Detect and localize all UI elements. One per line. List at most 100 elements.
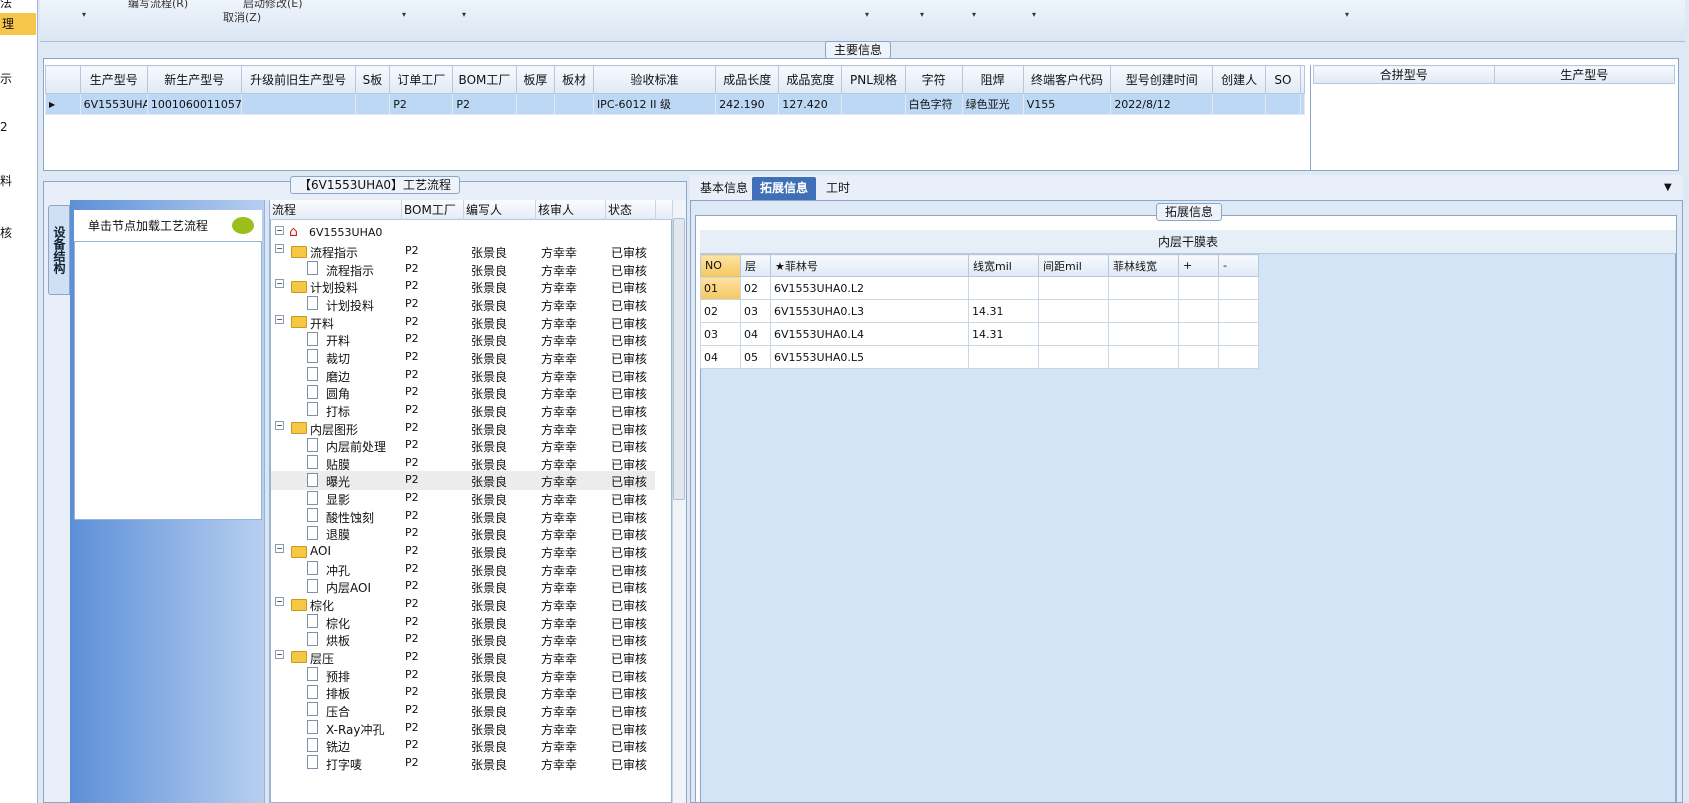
dropdown-arrow-icon[interactable]: ▾ [82, 10, 86, 19]
film-column-header[interactable]: 间距mil [1038, 254, 1109, 277]
device-structure-tab[interactable]: 设备结构 [48, 205, 70, 295]
tree-row[interactable]: 烘板 P2 张景良 方幸幸 已审核 [271, 630, 655, 649]
dropdown-arrow-icon[interactable]: ▾ [402, 10, 406, 19]
table-cell[interactable]: 2022/8/12 [1110, 93, 1214, 115]
table-cell[interactable]: P2 [452, 93, 517, 115]
tree-root[interactable]: − ⌂ 6V1553UHA0 [271, 224, 655, 243]
film-cell[interactable]: 05 [740, 345, 771, 369]
tree-row[interactable]: 打标 P2 张景良 方幸幸 已审核 [271, 401, 655, 420]
left-nav-item[interactable]: 示 [0, 70, 12, 87]
column-header[interactable]: 终端客户代码 [1022, 65, 1112, 94]
film-column-header[interactable]: + [1178, 254, 1219, 277]
film-cell[interactable] [1218, 345, 1259, 369]
table-cell[interactable] [554, 93, 594, 115]
tree-row[interactable]: 铣边 P2 张景良 方幸幸 已审核 [271, 736, 655, 755]
film-column-header[interactable]: ★菲林号 [770, 254, 969, 277]
tree-row[interactable]: − 棕化 P2 张景良 方幸幸 已审核 [271, 595, 655, 614]
collapse-icon[interactable]: − [275, 420, 284, 430]
collapse-icon[interactable]: − [275, 279, 284, 289]
tree-column-header[interactable]: 流程 [270, 200, 402, 220]
film-cell[interactable]: 02 [700, 299, 741, 323]
dropdown-arrow-icon[interactable]: ▾ [865, 10, 869, 19]
film-column-header[interactable]: 层 [740, 254, 771, 277]
table-cell[interactable] [1265, 93, 1301, 115]
column-header[interactable]: SO [1265, 65, 1301, 94]
column-header[interactable]: BOM工厂 [452, 65, 517, 94]
column-header[interactable]: 创建人 [1212, 65, 1267, 94]
table-cell[interactable]: IPC-6012 II 级 [592, 93, 717, 115]
tree-row[interactable]: 计划投料 P2 张景良 方幸幸 已审核 [271, 295, 655, 314]
collapse-icon[interactable]: − [275, 244, 284, 253]
dropdown-arrow-icon[interactable]: ▾ [920, 10, 924, 19]
film-cell[interactable] [968, 345, 1039, 369]
film-cell[interactable] [1038, 345, 1109, 369]
table-cell[interactable] [841, 93, 906, 115]
tree-row[interactable]: − 开料 P2 张景良 方幸幸 已审核 [271, 313, 655, 332]
film-cell[interactable]: 04 [740, 322, 771, 346]
left-nav-item[interactable]: 2 [0, 120, 8, 134]
column-header[interactable]: 新生产型号 [146, 65, 242, 94]
film-cell[interactable] [1178, 322, 1219, 346]
column-header[interactable]: PNL规格 [841, 65, 906, 94]
column-header[interactable]: 字符 [904, 65, 963, 94]
film-cell[interactable]: 03 [740, 299, 771, 323]
column-header[interactable]: 阻焊 [961, 65, 1024, 94]
film-cell[interactable]: 03 [700, 322, 741, 346]
film-cell[interactable] [1178, 276, 1219, 300]
tree-row[interactable]: 棕化 P2 张景良 方幸幸 已审核 [271, 613, 655, 632]
collapse-icon[interactable]: − [275, 544, 284, 554]
dropdown-arrow-icon[interactable]: ▾ [462, 10, 466, 19]
column-header[interactable]: 型号创建时间 [1110, 65, 1214, 94]
tree-row[interactable]: 内层AOI P2 张景良 方幸幸 已审核 [271, 577, 655, 596]
tree-row[interactable]: 排板 P2 张景良 方幸幸 已审核 [271, 683, 655, 702]
film-cell[interactable] [1218, 322, 1259, 346]
film-column-header[interactable]: NO [700, 254, 741, 277]
film-cell[interactable]: 6V1553UHA0.L5 [770, 345, 969, 369]
side-column-header[interactable]: 生产型号 [1493, 65, 1675, 84]
film-cell[interactable]: 14.31 [968, 299, 1039, 323]
tree-column-header[interactable]: 核审人 [536, 200, 606, 220]
detail-tab[interactable]: 工时 [818, 177, 858, 200]
film-cell[interactable] [1038, 322, 1109, 346]
film-cell[interactable] [1108, 322, 1179, 346]
tree-row[interactable]: 开料 P2 张景良 方幸幸 已审核 [271, 330, 655, 349]
table-cell[interactable]: 绿色亚光 [961, 93, 1024, 115]
film-column-header[interactable]: 菲林线宽 [1108, 254, 1179, 277]
edit-flow-menu[interactable]: 编写流程(R) [128, 0, 188, 11]
column-header[interactable]: 升级前旧生产型号 [240, 65, 356, 94]
film-cell[interactable] [1108, 276, 1179, 300]
tree-row[interactable]: X-Ray冲孔 P2 张景良 方幸幸 已审核 [271, 719, 655, 738]
dropdown-arrow-icon[interactable]: ▾ [1345, 10, 1349, 19]
film-cell[interactable]: 6V1553UHA0.L3 [770, 299, 969, 323]
tree-column-header[interactable]: 状态 [606, 200, 656, 220]
table-cell[interactable]: 10010600110579 [146, 93, 242, 115]
tree-row[interactable]: 显影 P2 张景良 方幸幸 已审核 [271, 489, 655, 508]
tree-row[interactable]: − AOI P2 张景良 方幸幸 已审核 [271, 542, 655, 561]
tree-scroll-thumb[interactable] [673, 218, 685, 500]
table-cell[interactable] [240, 93, 356, 115]
film-column-header[interactable]: - [1218, 254, 1259, 277]
film-row[interactable]: 03 04 6V1553UHA0.L4 14.31 [700, 322, 1259, 346]
cancel-menu[interactable]: 取消(Z) [223, 9, 261, 25]
film-cell[interactable]: 6V1553UHA0.L2 [770, 276, 969, 300]
table-cell[interactable]: 242.190 [715, 93, 780, 115]
tree-row[interactable]: 预排 P2 张景良 方幸幸 已审核 [271, 666, 655, 685]
table-cell[interactable]: P2 [389, 93, 454, 115]
tree-row[interactable]: 压合 P2 张景良 方幸幸 已审核 [271, 701, 655, 720]
left-nav-item[interactable]: 料 [0, 172, 12, 189]
film-row[interactable]: 02 03 6V1553UHA0.L3 14.31 [700, 299, 1259, 323]
column-header[interactable]: S板 [354, 65, 391, 94]
collapse-icon[interactable]: − [275, 597, 284, 606]
column-header[interactable]: 板材 [554, 65, 594, 94]
left-nav-item[interactable]: 核 [0, 224, 12, 241]
tree-row[interactable]: 打字唛 P2 张景良 方幸幸 已审核 [271, 754, 655, 773]
table-cell[interactable]: 127.420 [778, 93, 843, 115]
tree-row[interactable]: 冲孔 P2 张景良 方幸幸 已审核 [271, 560, 655, 579]
film-cell[interactable] [1108, 345, 1179, 369]
film-cell[interactable] [968, 276, 1039, 300]
dropdown-arrow-icon[interactable]: ▾ [1032, 10, 1036, 19]
detail-tab[interactable]: 拓展信息 [752, 177, 817, 200]
table-row[interactable]: ▶6V1553UHA010010600110579 P2P2 IPC-6012 II… [45, 93, 1306, 115]
tree-row[interactable]: 贴膜 P2 张景良 方幸幸 已审核 [271, 454, 655, 473]
table-cell[interactable] [354, 93, 391, 115]
